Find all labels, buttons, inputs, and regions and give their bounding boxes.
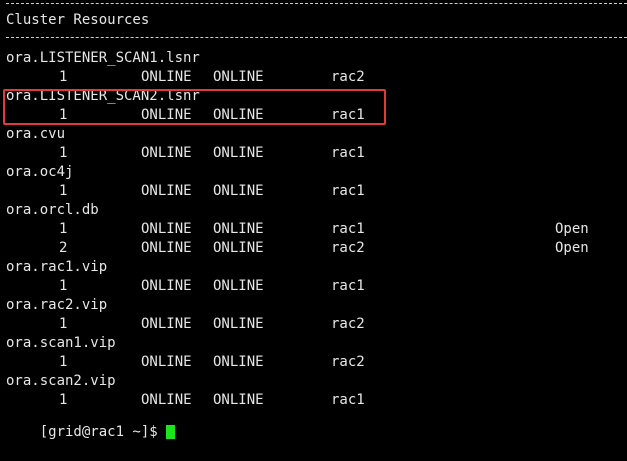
instance-number: 1: [59, 183, 68, 199]
resource-instance-row: 1 ONLINE ONLINE rac2: [6, 68, 627, 87]
resource-name: ora.LISTENER_SCAN1.lsnr: [6, 50, 200, 66]
resource-instance-row: 1 ONLINE ONLINE rac1: [6, 182, 627, 201]
instance-number: 1: [59, 69, 68, 85]
server-name: rac1: [331, 183, 365, 199]
instance-number: 1: [59, 278, 68, 294]
cursor: [166, 425, 176, 439]
state-status: ONLINE: [213, 183, 264, 199]
target-status: ONLINE: [141, 316, 192, 332]
instance-number: 1: [59, 354, 68, 370]
separator-line-top: [6, 3, 627, 4]
instance-number: 1: [59, 221, 68, 237]
state-details: Open: [555, 221, 589, 237]
resource-name: ora.rac1.vip: [6, 259, 108, 275]
server-name: rac2: [331, 240, 365, 256]
resource-instance-row: 2 ONLINE ONLINE rac2 Open: [6, 239, 627, 258]
state-status: ONLINE: [213, 221, 264, 237]
target-status: ONLINE: [141, 240, 192, 256]
resource-name: ora.scan1.vip: [6, 335, 116, 351]
state-status: ONLINE: [213, 316, 264, 332]
state-status: ONLINE: [213, 354, 264, 370]
instance-number: 2: [59, 240, 68, 256]
target-status: ONLINE: [141, 278, 192, 294]
server-name: rac1: [331, 145, 365, 161]
server-name: rac1: [331, 221, 365, 237]
server-name: rac1: [331, 278, 365, 294]
server-name: rac2: [331, 316, 365, 332]
state-details: Open: [555, 240, 589, 256]
resource-name: ora.orcl.db: [6, 202, 99, 218]
target-status: ONLINE: [141, 69, 192, 85]
section-title: Cluster Resources: [6, 12, 150, 28]
resource-name: ora.scan2.vip: [6, 373, 116, 389]
state-status: ONLINE: [213, 278, 264, 294]
separator-line-bottom: [6, 37, 627, 38]
server-name: rac2: [331, 69, 365, 85]
highlight-box: [3, 89, 386, 125]
resource-instance-row: 1 ONLINE ONLINE rac1 Open: [6, 220, 627, 239]
resource-instance-row: 1 ONLINE ONLINE rac2: [6, 353, 627, 372]
target-status: ONLINE: [141, 183, 192, 199]
state-status: ONLINE: [213, 145, 264, 161]
resource-instance-row: 1 ONLINE ONLINE rac1: [6, 277, 627, 296]
shell-prompt[interactable]: [grid@rac1 ~]$: [6, 404, 627, 440]
target-status: ONLINE: [141, 221, 192, 237]
target-status: ONLINE: [141, 354, 192, 370]
resource-instance-row: 1 ONLINE ONLINE rac2: [6, 315, 627, 334]
state-status: ONLINE: [213, 69, 264, 85]
server-name: rac2: [331, 354, 365, 370]
instance-number: 1: [59, 145, 68, 161]
resource-name: ora.cvu: [6, 126, 66, 142]
resource-instance-row: 1 ONLINE ONLINE rac1: [6, 144, 627, 163]
target-status: ONLINE: [141, 145, 192, 161]
resource-name: ora.oc4j: [6, 164, 74, 180]
state-status: ONLINE: [213, 240, 264, 256]
resource-name: ora.rac2.vip: [6, 297, 108, 313]
prompt-text: [grid@rac1 ~]$: [39, 424, 167, 440]
instance-number: 1: [59, 316, 68, 332]
